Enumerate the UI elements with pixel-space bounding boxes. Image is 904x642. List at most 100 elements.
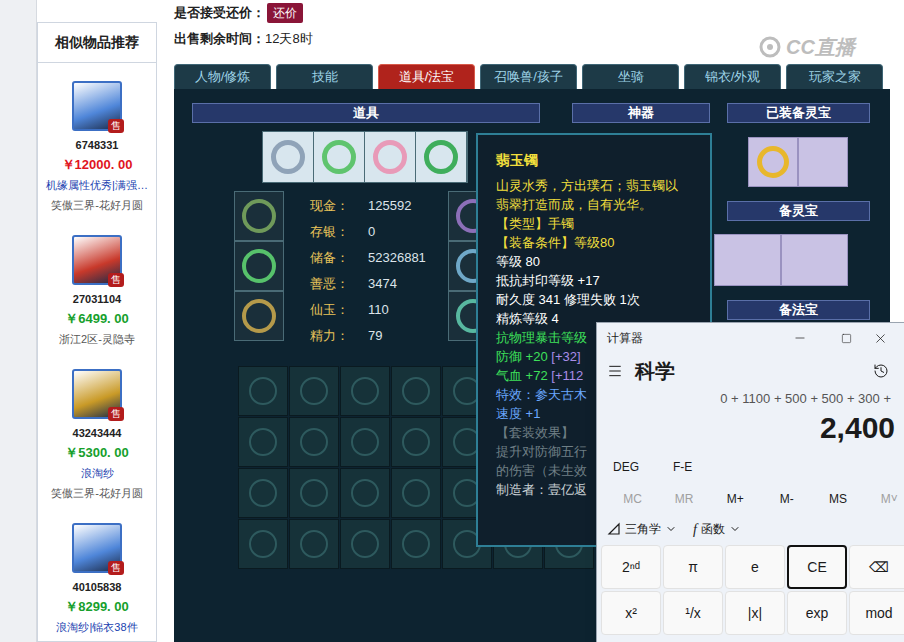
stats: 现金：125592存银：0储备：52326881善恶：3474仙玉：110精力：… — [284, 191, 448, 349]
cell-pattern-icon — [249, 479, 277, 507]
item-icon — [322, 140, 356, 174]
inventory-cell[interactable] — [340, 417, 390, 467]
lingbao-slot[interactable] — [748, 137, 798, 187]
equipped-item[interactable] — [314, 132, 365, 182]
inventory-cell[interactable] — [340, 519, 390, 569]
remaining-label: 出售剩余时间： — [174, 29, 265, 49]
cell-pattern-icon — [351, 479, 379, 507]
tooltip-line: 抵抗封印等级 +17 — [496, 271, 688, 290]
inventory-cell[interactable] — [391, 468, 441, 518]
cell-pattern-icon — [402, 428, 430, 456]
item-id: 40105838 — [73, 577, 122, 597]
avatar-icon: 售 — [72, 235, 122, 285]
similar-item[interactable]: 售6748331￥12000. 00机缘属性优秀|满强…笑傲三界-花好月圆 — [38, 81, 156, 235]
similar-item[interactable]: 售40105838￥8299. 00浪淘纱|锦衣38件 — [38, 523, 156, 642]
key-button[interactable]: mod — [849, 591, 904, 635]
memory-button[interactable]: M- — [761, 490, 812, 508]
cell-pattern-icon — [300, 428, 328, 456]
tab[interactable]: 召唤兽/孩子 — [480, 64, 577, 89]
key-button[interactable]: x² — [601, 591, 661, 635]
cell-pattern-icon — [402, 377, 430, 405]
key-button[interactable]: |x| — [725, 591, 785, 635]
key-button[interactable]: 2ⁿᵈ — [601, 545, 661, 589]
tooltip-line: 耐久度 341 修理失败 1次 — [496, 290, 688, 309]
belt-slot[interactable] — [234, 291, 284, 341]
inventory-cell[interactable] — [289, 366, 339, 416]
inventory-cell[interactable] — [289, 519, 339, 569]
lingbao-slot[interactable] — [714, 234, 781, 286]
cell-pattern-icon — [300, 479, 328, 507]
maximize-button[interactable] — [823, 323, 869, 353]
memory-button[interactable]: MC — [607, 490, 658, 508]
tooltip-line: 【装备条件】等级80 — [496, 233, 688, 252]
inventory-cell[interactable] — [238, 366, 288, 416]
item-id: 43243444 — [73, 423, 122, 443]
bargain-label: 是否接受还价： — [174, 3, 265, 23]
result: 2,400 — [597, 409, 904, 447]
key-button[interactable]: e — [725, 545, 785, 589]
similar-item[interactable]: 售43243444￥5300. 00浪淘纱笑傲三界-花好月圆 — [38, 369, 156, 523]
inventory-cell[interactable] — [391, 366, 441, 416]
equipped-item[interactable] — [365, 132, 416, 182]
key-button[interactable]: exp — [787, 591, 847, 635]
equipped-item[interactable] — [416, 132, 467, 182]
inventory-cell[interactable] — [238, 468, 288, 518]
inventory-cell[interactable] — [391, 519, 441, 569]
item-icon — [271, 140, 305, 174]
inventory-cell[interactable] — [289, 468, 339, 518]
menu-icon[interactable] — [607, 363, 623, 379]
helmet-slot[interactable] — [234, 191, 284, 241]
inventory-cell[interactable] — [238, 417, 288, 467]
tab[interactable]: 坐骑 — [582, 64, 679, 89]
equipped-item[interactable] — [263, 132, 314, 182]
tooltip-line: 山灵水秀，方出璞石；翡玉镯以翡翠打造而成，自有光华。 — [496, 176, 688, 214]
tab[interactable]: 人物/修炼 — [174, 64, 271, 89]
cell-pattern-icon — [351, 428, 379, 456]
close-button[interactable] — [869, 323, 904, 353]
key-button[interactable]: ⌫ — [849, 545, 904, 589]
bargain-button[interactable]: 还价 — [267, 3, 303, 23]
lingbao-slot[interactable] — [781, 234, 848, 286]
inventory-cell[interactable] — [391, 417, 441, 467]
item-icon — [424, 140, 458, 174]
inventory-cell[interactable] — [238, 519, 288, 569]
window-title: 计算器 — [607, 329, 777, 347]
key-button[interactable]: π — [663, 545, 723, 589]
key-button[interactable]: ¹/x — [663, 591, 723, 635]
title-bar: 计算器 — [597, 323, 904, 353]
tab[interactable]: 玩家之家 — [786, 64, 883, 89]
stat-row: 现金：125592 — [310, 193, 448, 219]
cell-pattern-icon — [249, 377, 277, 405]
cell-pattern-icon — [402, 530, 430, 558]
cell-pattern-icon — [249, 428, 277, 456]
sale-badge: 售 — [108, 273, 124, 287]
tooltip-title: 翡玉镯 — [496, 151, 710, 170]
tab[interactable]: 技能 — [276, 64, 373, 89]
memory-button[interactable]: M˅ — [864, 490, 904, 508]
function-dropdown[interactable]: f函数 — [693, 519, 741, 540]
stat-row: 善恶：3474 — [310, 271, 448, 297]
similar-item[interactable]: 售27031104￥6499. 00浙江2区-灵隐寺 — [38, 235, 156, 369]
inventory-cell[interactable] — [289, 417, 339, 467]
spare-lingbao-header: 备灵宝 — [727, 201, 870, 221]
memory-button[interactable]: MR — [658, 490, 709, 508]
mode-toggle[interactable]: F-E — [673, 458, 692, 476]
function-dropdown[interactable]: 三角学 — [607, 520, 677, 538]
lingbao-slot[interactable] — [798, 137, 848, 187]
cell-pattern-icon — [402, 479, 430, 507]
minimize-button[interactable] — [777, 323, 823, 353]
inventory-cell[interactable] — [340, 468, 390, 518]
tab[interactable]: 锦衣/外观 — [684, 64, 781, 89]
mode-toggle[interactable]: DEG — [613, 458, 639, 476]
key-button[interactable]: CE — [787, 545, 847, 589]
memory-button[interactable]: M+ — [710, 490, 761, 508]
inventory-cell[interactable] — [340, 366, 390, 416]
remaining-value: 12天8时 — [265, 29, 313, 49]
memory-row: MCMRM+M-MSM˅ — [597, 487, 904, 511]
sale-badge: 售 — [108, 561, 124, 575]
memory-button[interactable]: MS — [812, 490, 863, 508]
item-price: ￥5300. 00 — [65, 443, 129, 463]
tab[interactable]: 道具/法宝 — [378, 64, 475, 89]
necklace-slot[interactable] — [234, 241, 284, 291]
history-icon[interactable] — [873, 363, 889, 379]
